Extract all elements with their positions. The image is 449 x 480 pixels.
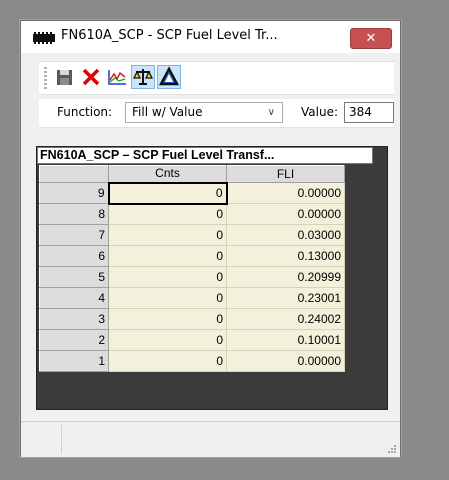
cnts-cell[interactable]: 0 [108, 224, 227, 246]
column-header-fli[interactable]: FLI [226, 165, 345, 183]
cnts-cell[interactable]: 0 [108, 350, 227, 372]
fli-cell[interactable]: 0.24002 [226, 308, 345, 330]
table-row: 6 0 0.13000 [39, 245, 345, 267]
table-row: 3 0 0.24002 [39, 308, 345, 330]
grid-corner[interactable] [39, 165, 109, 183]
title-bar[interactable]: FN610A_SCP - SCP Fuel Level Tr... ✕ [21, 21, 400, 53]
fli-cell[interactable]: 0.00000 [226, 203, 345, 225]
row-header[interactable]: 6 [39, 245, 109, 267]
row-header[interactable]: 9 [39, 182, 109, 204]
fli-cell[interactable]: 0.20999 [226, 266, 345, 288]
table-row: 4 0 0.23001 [39, 287, 345, 309]
toolbar-grip[interactable] [44, 67, 47, 89]
cancel-button[interactable] [79, 65, 103, 89]
save-button[interactable] [53, 65, 77, 89]
fli-cell[interactable]: 0.00000 [226, 182, 345, 204]
row-header[interactable]: 8 [39, 203, 109, 225]
save-icon [57, 70, 72, 85]
app-icon [33, 32, 55, 44]
cnts-cell[interactable]: 0 [108, 329, 227, 351]
row-header[interactable]: 3 [39, 308, 109, 330]
balance-button[interactable] [131, 65, 155, 89]
triangle-icon [158, 66, 180, 86]
fli-cell[interactable]: 0.00000 [226, 350, 345, 372]
resize-grip-icon[interactable] [386, 443, 396, 453]
value-label: Value: [301, 105, 338, 119]
cnts-cell[interactable]: 0 [108, 266, 227, 288]
row-header[interactable]: 7 [39, 224, 109, 246]
row-header[interactable]: 4 [39, 287, 109, 309]
cnts-cell[interactable]: 0 [108, 203, 227, 225]
toolbar [39, 61, 394, 95]
status-separator [61, 425, 62, 454]
row-header[interactable]: 5 [39, 266, 109, 288]
table-row: 9 0 0.00000 [39, 181, 345, 205]
table-row: 7 0 0.03000 [39, 224, 345, 246]
row-header[interactable]: 2 [39, 329, 109, 351]
fli-cell[interactable]: 0.10001 [226, 329, 345, 351]
status-bar [21, 421, 400, 457]
fli-cell[interactable]: 0.03000 [226, 224, 345, 246]
fli-cell[interactable]: 0.23001 [226, 287, 345, 309]
function-label: Function: [57, 105, 113, 119]
graph-icon [108, 70, 126, 85]
table-row: 2 0 0.10001 [39, 329, 345, 351]
cnts-cell[interactable]: 0 [108, 245, 227, 267]
scale-icon [132, 69, 154, 85]
function-bar: Function: Fill w/ Value ∨ Value: 384 [39, 99, 394, 128]
grid-title: FN610A_SCP – SCP Fuel Level Transf... [37, 147, 373, 164]
fli-cell[interactable]: 0.13000 [226, 245, 345, 267]
function-select-value: Fill w/ Value [132, 105, 203, 119]
function-select[interactable]: Fill w/ Value ∨ [125, 102, 283, 123]
close-icon: ✕ [365, 31, 377, 46]
delete-x-icon [82, 68, 100, 86]
grid-table: Cnts FLI 9 0 0.00000 8 0 0.00000 7 0 0.03000 6 0 0.… [39, 165, 345, 372]
chevron-down-icon: ∨ [267, 107, 275, 118]
table-row: 8 0 0.00000 [39, 203, 345, 225]
close-button[interactable]: ✕ [350, 28, 392, 49]
row-header[interactable]: 1 [39, 350, 109, 372]
window-title: FN610A_SCP - SCP Fuel Level Tr... [61, 28, 278, 43]
cnts-cell[interactable]: 0 [108, 287, 227, 309]
triangle-button[interactable] [157, 65, 181, 89]
data-grid: FN610A_SCP – SCP Fuel Level Transf... Cn… [36, 146, 388, 410]
table-row: 5 0 0.20999 [39, 266, 345, 288]
graph-button[interactable] [105, 65, 129, 89]
table-row: 1 0 0.00000 [39, 350, 345, 372]
editor-window: FN610A_SCP - SCP Fuel Level Tr... ✕ Func… [20, 20, 401, 457]
cnts-cell[interactable]: 0 [108, 308, 227, 330]
value-input[interactable]: 384 [344, 102, 394, 123]
column-header-cnts[interactable]: Cnts [108, 165, 227, 183]
cnts-cell[interactable]: 0 [107, 181, 228, 205]
